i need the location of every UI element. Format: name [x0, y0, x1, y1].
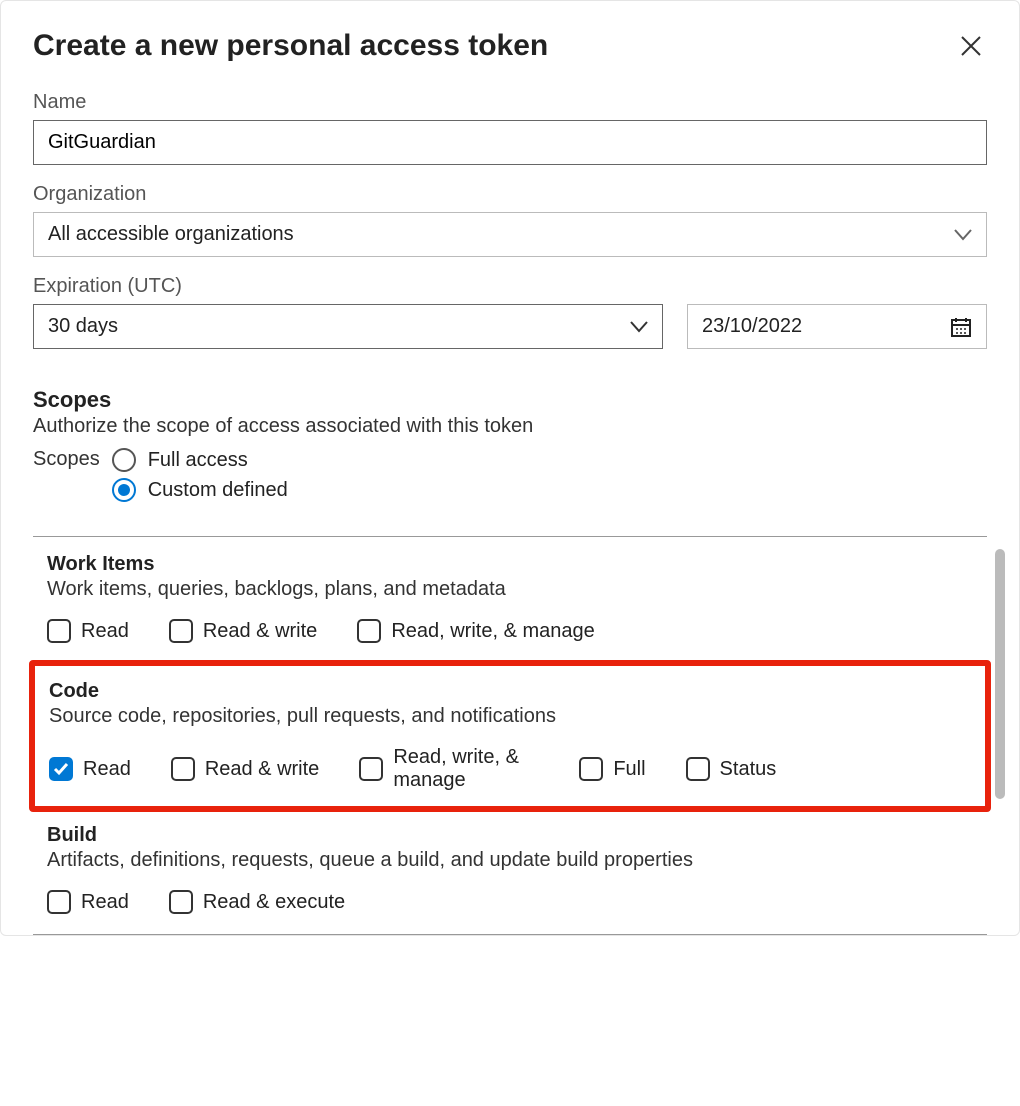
expiration-date-input[interactable]: 23/10/2022: [687, 304, 987, 349]
close-button[interactable]: [955, 30, 987, 62]
scope-radio-row: Custom defined: [112, 478, 288, 502]
scope-radio-label: Custom defined: [148, 479, 288, 502]
close-icon: [960, 35, 982, 57]
permission-option: Read & write: [171, 746, 320, 792]
permission-option: Read: [49, 746, 131, 792]
expiration-date-value: 23/10/2022: [702, 315, 802, 338]
scope-group-title: Build: [47, 824, 973, 847]
create-pat-dialog: Create a new personal access token Name …: [0, 0, 1020, 936]
expiration-select[interactable]: 30 days: [33, 304, 663, 349]
chevron-down-icon: [630, 321, 648, 333]
scope-radio[interactable]: [112, 478, 136, 502]
permission-label: Read: [83, 758, 131, 781]
permission-label: Status: [720, 758, 777, 781]
scope-group-desc: Source code, repositories, pull requests…: [49, 705, 971, 728]
scope-radio-row: Full access: [112, 448, 288, 472]
organization-label: Organization: [33, 183, 987, 206]
scope-group: Work ItemsWork items, queries, backlogs,…: [33, 537, 987, 664]
permission-label: Full: [613, 758, 645, 781]
permission-option: Read: [47, 619, 129, 643]
organization-select[interactable]: All accessible organizations: [33, 212, 987, 257]
permission-checkbox[interactable]: [579, 757, 603, 781]
scopes-heading: Scopes: [33, 387, 987, 413]
calendar-icon: [950, 316, 972, 338]
permission-label: Read: [81, 620, 129, 643]
scopes-inline-label: Scopes: [33, 448, 100, 508]
dialog-header: Create a new personal access token: [33, 29, 987, 63]
permission-checkbox[interactable]: [686, 757, 710, 781]
permission-option: Read & write: [169, 619, 318, 643]
permission-option: Read: [47, 890, 129, 914]
permission-checkbox[interactable]: [357, 619, 381, 643]
organization-value: All accessible organizations: [48, 223, 294, 246]
permission-option: Read & execute: [169, 890, 345, 914]
permission-row: Read Read & write Read, write, & manage Ful…: [49, 746, 971, 792]
expiration-value: 30 days: [48, 315, 118, 338]
name-label: Name: [33, 91, 987, 114]
permission-checkbox[interactable]: [47, 619, 71, 643]
permission-option: Read, write, & manage: [357, 619, 594, 643]
permission-label: Read: [81, 891, 129, 914]
permission-option: Read, write, & manage: [359, 746, 539, 792]
permission-checkbox[interactable]: [359, 757, 383, 781]
chevron-down-icon: [954, 229, 972, 241]
name-input[interactable]: [33, 120, 987, 165]
scope-group-desc: Artifacts, definitions, requests, queue …: [47, 849, 973, 872]
permission-checkbox[interactable]: [169, 890, 193, 914]
scope-group-title: Work Items: [47, 553, 973, 576]
scopes-sub: Authorize the scope of access associated…: [33, 415, 987, 438]
permission-checkbox[interactable]: [47, 890, 71, 914]
scopes-radio-group: Scopes Full access Custom defined: [33, 442, 987, 508]
permission-label: Read & execute: [203, 891, 345, 914]
permission-checkbox[interactable]: [49, 757, 73, 781]
check-icon: [53, 761, 69, 777]
permission-label: Read, write, & manage: [393, 746, 539, 792]
permission-option: Status: [686, 746, 777, 792]
scrollbar-thumb[interactable]: [995, 549, 1005, 799]
scope-radio[interactable]: [112, 448, 136, 472]
permission-checkbox[interactable]: [171, 757, 195, 781]
permission-label: Read & write: [205, 758, 320, 781]
permission-label: Read & write: [203, 620, 318, 643]
scope-group-desc: Work items, queries, backlogs, plans, an…: [47, 578, 973, 601]
permission-label: Read, write, & manage: [391, 620, 594, 643]
scopes-list: Work ItemsWork items, queries, backlogs,…: [33, 536, 987, 935]
scope-group: BuildArtifacts, definitions, requests, q…: [33, 808, 987, 935]
scope-radio-label: Full access: [148, 449, 248, 472]
scope-group-title: Code: [49, 680, 971, 703]
permission-row: Read Read & execute: [47, 890, 973, 914]
permission-option: Full: [579, 746, 645, 792]
expiration-label: Expiration (UTC): [33, 275, 987, 298]
scope-group: CodeSource code, repositories, pull requ…: [29, 660, 991, 812]
permission-row: Read Read & write Read, write, & manage: [47, 619, 973, 643]
permission-checkbox[interactable]: [169, 619, 193, 643]
dialog-title: Create a new personal access token: [33, 29, 548, 63]
